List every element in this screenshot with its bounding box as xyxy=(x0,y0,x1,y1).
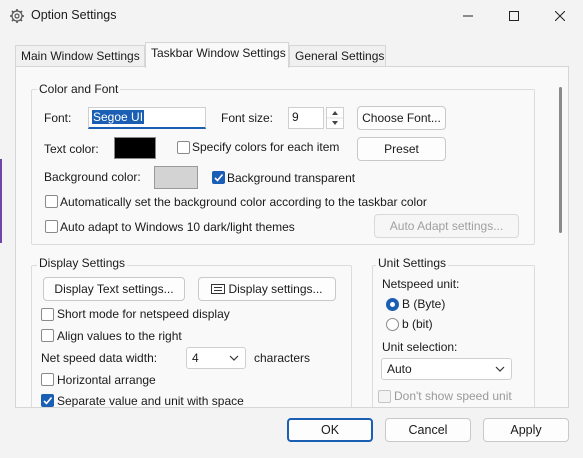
chevron-down-icon xyxy=(229,355,239,361)
display-settings-button[interactable]: Display settings... xyxy=(198,277,336,301)
auto-adapt-checkbox[interactable] xyxy=(45,220,58,233)
dont-show-unit-label: Don't show speed unit xyxy=(394,389,512,403)
speed-width-value: 4 xyxy=(192,351,199,365)
auto-adapt-label: Auto adapt to Windows 10 dark/light them… xyxy=(60,220,295,234)
window-title: Option Settings xyxy=(31,8,117,22)
byte-radio[interactable] xyxy=(386,298,399,311)
close-icon xyxy=(555,11,565,21)
bit-radio[interactable] xyxy=(386,318,399,331)
font-label: Font: xyxy=(44,111,72,125)
text-color-swatch[interactable] xyxy=(114,137,156,159)
text-color-label: Text color: xyxy=(44,142,99,156)
checkmark-icon xyxy=(214,173,224,182)
color-font-group-title: Color and Font xyxy=(37,82,121,96)
cancel-button[interactable]: Cancel xyxy=(385,418,471,442)
display-text-settings-button[interactable]: Display Text settings... xyxy=(43,277,185,301)
dont-show-unit-checkbox[interactable] xyxy=(378,390,391,403)
tab-label: General Settings xyxy=(295,49,385,63)
minimize-icon xyxy=(463,15,473,17)
align-right-checkbox[interactable] xyxy=(41,329,54,342)
button-label: Auto Adapt settings... xyxy=(389,219,504,233)
minimize-button[interactable] xyxy=(445,0,491,32)
background-color-swatch[interactable] xyxy=(154,166,198,189)
specify-colors-checkbox[interactable] xyxy=(177,141,190,154)
characters-label: characters xyxy=(254,351,311,365)
speed-width-select[interactable]: 4 xyxy=(186,347,246,369)
separate-unit-checkbox[interactable] xyxy=(41,394,54,407)
auto-adapt-settings-button[interactable]: Auto Adapt settings... xyxy=(374,214,519,238)
auto-background-checkbox[interactable] xyxy=(45,195,58,208)
display-settings-group-title: Display Settings xyxy=(37,256,128,270)
maximize-button[interactable] xyxy=(491,0,537,32)
button-label: Display settings... xyxy=(228,282,323,296)
horizontal-arrange-checkbox[interactable] xyxy=(41,373,54,386)
font-size-value: 9 xyxy=(292,110,299,124)
background-color-label: Background color: xyxy=(44,170,141,184)
close-button[interactable] xyxy=(537,0,583,32)
netspeed-unit-label: Netspeed unit: xyxy=(382,277,460,291)
tab-main-window-settings[interactable]: Main Window Settings xyxy=(15,45,145,67)
title-bar: Option Settings xyxy=(0,0,583,32)
maximize-icon xyxy=(509,11,519,21)
bit-label: b (bit) xyxy=(402,317,433,331)
background-transparent-checkbox[interactable] xyxy=(212,171,225,184)
specify-colors-label: Specify colors for each item xyxy=(192,140,340,154)
horizontal-arrange-label: Horizontal arrange xyxy=(57,373,156,387)
tab-label: Taskbar Window Settings xyxy=(151,46,286,60)
ok-button[interactable]: OK xyxy=(287,418,373,442)
spinner-arrows-icon xyxy=(327,111,343,125)
button-label: Apply xyxy=(510,423,542,437)
font-size-field[interactable]: 9 xyxy=(288,107,324,129)
short-mode-checkbox[interactable] xyxy=(41,308,54,321)
font-name-value: Segoe UI xyxy=(92,110,145,124)
preset-button[interactable]: Preset xyxy=(357,137,446,161)
checkmark-icon xyxy=(43,396,53,405)
button-label: Preset xyxy=(384,142,419,156)
unit-settings-group-title: Unit Settings xyxy=(376,256,449,270)
choose-font-button[interactable]: Choose Font... xyxy=(357,106,446,130)
button-label: Cancel xyxy=(408,423,448,437)
scrollbar-thumb[interactable] xyxy=(559,87,562,233)
byte-label: B (Byte) xyxy=(402,297,446,311)
chevron-down-icon xyxy=(495,366,505,372)
short-mode-label: Short mode for netspeed display xyxy=(57,307,230,321)
gear-icon xyxy=(10,9,24,23)
vertical-scrollbar[interactable] xyxy=(556,67,568,407)
list-icon xyxy=(211,284,226,294)
auto-background-label: Automatically set the background color a… xyxy=(60,195,427,209)
button-label: OK xyxy=(320,423,340,437)
font-size-spinner[interactable] xyxy=(326,107,344,129)
separate-unit-label: Separate value and unit with space xyxy=(57,394,244,408)
tab-panel: Color and Font Font: Segoe UI Font size:… xyxy=(15,66,569,408)
font-size-label: Font size: xyxy=(221,111,274,125)
speed-width-label: Net speed data width: xyxy=(41,351,158,365)
font-name-field[interactable]: Segoe UI xyxy=(88,107,206,129)
window-edge-accent xyxy=(0,159,2,243)
unit-selection-value: Auto xyxy=(387,362,412,376)
tab-label: Main Window Settings xyxy=(21,49,140,63)
button-label: Choose Font... xyxy=(362,111,441,125)
apply-button[interactable]: Apply xyxy=(483,418,569,442)
unit-selection-label: Unit selection: xyxy=(382,340,458,354)
unit-selection-select[interactable]: Auto xyxy=(381,358,512,380)
background-transparent-label: Background transparent xyxy=(227,171,356,185)
align-right-label: Align values to the right xyxy=(57,329,182,343)
tab-general-settings[interactable]: General Settings xyxy=(289,45,386,67)
button-label: Display Text settings... xyxy=(54,282,174,296)
tab-taskbar-window-settings[interactable]: Taskbar Window Settings xyxy=(145,42,289,68)
